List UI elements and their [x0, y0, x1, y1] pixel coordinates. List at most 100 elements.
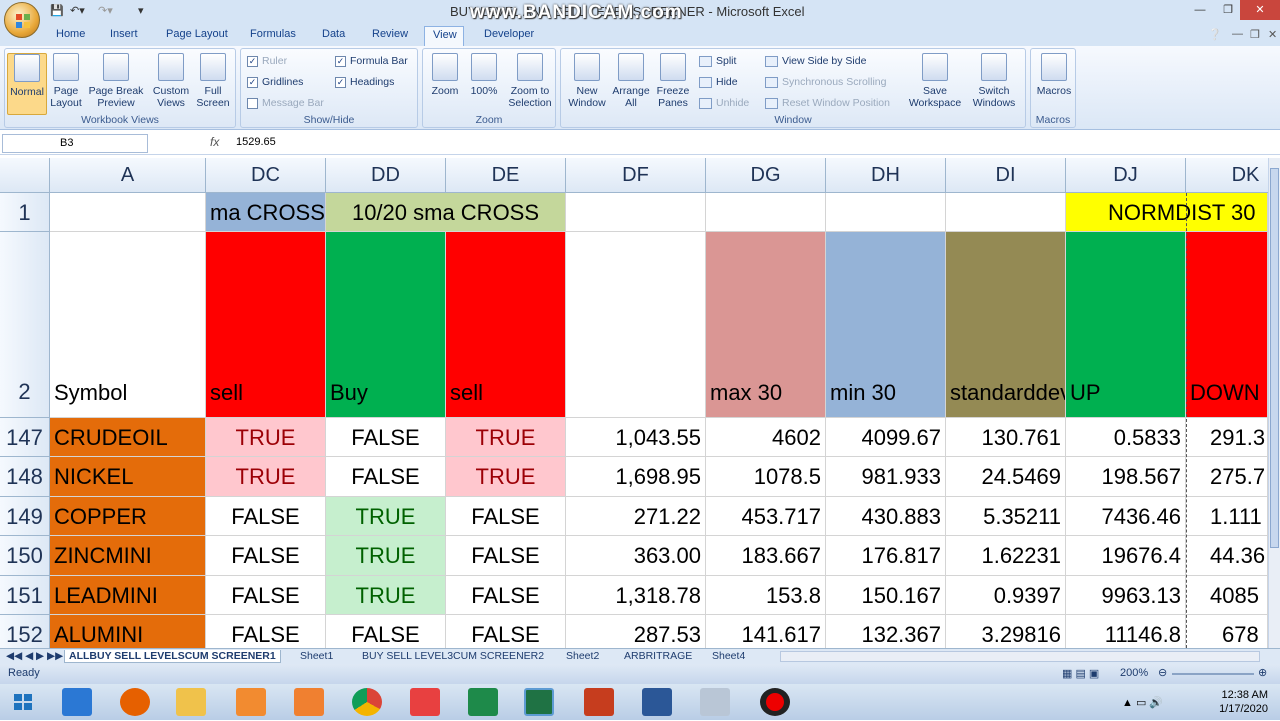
- page-break-preview-button[interactable]: Page Break Preview: [87, 53, 145, 109]
- cell-di[interactable]: 130.761: [946, 418, 1066, 457]
- calculator-icon[interactable]: [700, 688, 730, 716]
- symbol-cell[interactable]: ZINCMINI: [50, 536, 206, 576]
- firefox-icon[interactable]: [120, 688, 150, 716]
- cell-di[interactable]: 24.5469: [946, 457, 1066, 497]
- ribbon-close-icon[interactable]: ✕: [1268, 28, 1277, 41]
- horizontal-scrollbar[interactable]: [780, 651, 1260, 662]
- windows-start-icon[interactable]: [8, 688, 38, 716]
- cell-dg[interactable]: 4602: [706, 418, 826, 457]
- row-header-2[interactable]: 2: [0, 232, 50, 418]
- powerpoint-icon[interactable]: [584, 688, 614, 716]
- redo-icon[interactable]: ↷▾: [98, 4, 113, 20]
- zoom-100-button[interactable]: 100%: [467, 53, 501, 97]
- tray-icons[interactable]: ▲ ▭ 🔊: [1122, 696, 1163, 709]
- cell-di2[interactable]: standarddev: [946, 232, 1066, 418]
- tab-page-layout[interactable]: Page Layout: [166, 28, 228, 40]
- column-header-dg[interactable]: DG: [706, 158, 826, 193]
- anydesk-icon[interactable]: [410, 688, 440, 716]
- tab-review[interactable]: Review: [372, 28, 408, 40]
- cell-df1[interactable]: [566, 193, 706, 232]
- symbol-cell[interactable]: NICKEL: [50, 457, 206, 497]
- cell-dg[interactable]: 141.617: [706, 615, 826, 648]
- cell-dh2[interactable]: min 30: [826, 232, 946, 418]
- cell-a1[interactable]: [50, 193, 206, 232]
- row-header[interactable]: 148: [0, 457, 50, 497]
- zoom-to-selection-button[interactable]: Zoom to Selection: [505, 53, 555, 109]
- vertical-scrollbar[interactable]: [1268, 158, 1280, 648]
- cell-dh1[interactable]: [826, 193, 946, 232]
- row-header-1[interactable]: 1: [0, 193, 50, 232]
- row-header[interactable]: 149: [0, 497, 50, 536]
- tab-insert[interactable]: Insert: [110, 28, 138, 40]
- view-mode-icons[interactable]: ▦ ▤ ▣: [1062, 667, 1099, 680]
- ribbon-restore-icon[interactable]: ❐: [1250, 28, 1260, 41]
- cell-dc[interactable]: FALSE: [206, 615, 326, 648]
- row-header[interactable]: 147: [0, 418, 50, 457]
- chrome-icon[interactable]: [352, 688, 382, 716]
- cell-de[interactable]: TRUE: [446, 457, 566, 497]
- cell-dg2[interactable]: max 30: [706, 232, 826, 418]
- cell-dj2[interactable]: UP: [1066, 232, 1186, 418]
- minimize-button[interactable]: —: [1186, 0, 1214, 20]
- column-header-dd[interactable]: DD: [326, 158, 446, 193]
- cell-dj[interactable]: 0.5833: [1066, 418, 1186, 457]
- formula-bar-checkbox[interactable]: ✓ Formula Bar: [335, 55, 408, 67]
- cell-dd[interactable]: TRUE: [326, 497, 446, 536]
- cell-dg[interactable]: 153.8: [706, 576, 826, 615]
- cell-dc[interactable]: FALSE: [206, 536, 326, 576]
- cell-dc[interactable]: TRUE: [206, 418, 326, 457]
- cell-df[interactable]: 1,698.95: [566, 457, 706, 497]
- column-header-dj[interactable]: DJ: [1066, 158, 1186, 193]
- zoom-out-icon[interactable]: ⊖: [1158, 666, 1167, 679]
- tab-data[interactable]: Data: [322, 28, 345, 40]
- full-screen-button[interactable]: Full Screen: [195, 53, 231, 109]
- help-icon[interactable]: ❔: [1208, 28, 1222, 41]
- cell-dj[interactable]: 19676.4: [1066, 536, 1186, 576]
- zoom-in-icon[interactable]: ⊕: [1258, 666, 1267, 679]
- cell-dk[interactable]: 4085: [1186, 576, 1268, 615]
- cell-dk2[interactable]: DOWN: [1186, 232, 1268, 418]
- cell-dd[interactable]: FALSE: [326, 615, 446, 648]
- cell-dh[interactable]: 176.817: [826, 536, 946, 576]
- tab-home[interactable]: Home: [56, 28, 85, 40]
- cell-dc2[interactable]: sell: [206, 232, 326, 418]
- cell-dd[interactable]: FALSE: [326, 418, 446, 457]
- save-icon[interactable]: 💾: [50, 4, 64, 20]
- cell-di[interactable]: 1.62231: [946, 536, 1066, 576]
- cell-dd2[interactable]: Buy: [326, 232, 446, 418]
- cell-dc[interactable]: TRUE: [206, 457, 326, 497]
- gridlines-checkbox[interactable]: ✓ Gridlines: [247, 76, 303, 88]
- message-bar-checkbox[interactable]: Message Bar: [247, 97, 324, 109]
- cell-dc[interactable]: FALSE: [206, 497, 326, 536]
- cell-dd[interactable]: FALSE: [326, 457, 446, 497]
- cell-df[interactable]: 287.53: [566, 615, 706, 648]
- cell-df2[interactable]: [566, 232, 706, 418]
- symbol-cell[interactable]: ALUMINI: [50, 615, 206, 648]
- cell-dk[interactable]: 678: [1186, 615, 1268, 648]
- cell-de[interactable]: FALSE: [446, 615, 566, 648]
- undo-icon[interactable]: ↶▾: [70, 4, 85, 20]
- column-header-dk[interactable]: DK: [1186, 158, 1268, 193]
- cell-dh[interactable]: 132.367: [826, 615, 946, 648]
- office-button[interactable]: [4, 2, 40, 38]
- recorder-app-icon[interactable]: [294, 688, 324, 716]
- cell-dg[interactable]: 453.717: [706, 497, 826, 536]
- cell-di1[interactable]: [946, 193, 1066, 232]
- cell-df[interactable]: 363.00: [566, 536, 706, 576]
- cell-dh[interactable]: 150.167: [826, 576, 946, 615]
- tab-view[interactable]: View: [424, 26, 464, 46]
- zoom-level[interactable]: 200%: [1120, 667, 1148, 679]
- sheet-tab-active[interactable]: ALLBUY SELL LEVELSCUM SCREENER1: [64, 650, 281, 663]
- cell-dg[interactable]: 183.667: [706, 536, 826, 576]
- arrange-all-button[interactable]: Arrange All: [611, 53, 651, 109]
- cell-a2[interactable]: Symbol: [50, 232, 206, 418]
- cell-dk[interactable]: 291.3: [1186, 418, 1268, 457]
- cell-dk[interactable]: 1.111: [1186, 497, 1268, 536]
- sheet-tab[interactable]: Sheet4: [712, 650, 745, 662]
- cell-dh[interactable]: 430.883: [826, 497, 946, 536]
- cell-dk[interactable]: 275.7: [1186, 457, 1268, 497]
- page-layout-button[interactable]: Page Layout: [49, 53, 83, 109]
- hide-button[interactable]: Hide: [699, 76, 738, 88]
- word-icon[interactable]: [642, 688, 672, 716]
- new-window-button[interactable]: New Window: [565, 53, 609, 109]
